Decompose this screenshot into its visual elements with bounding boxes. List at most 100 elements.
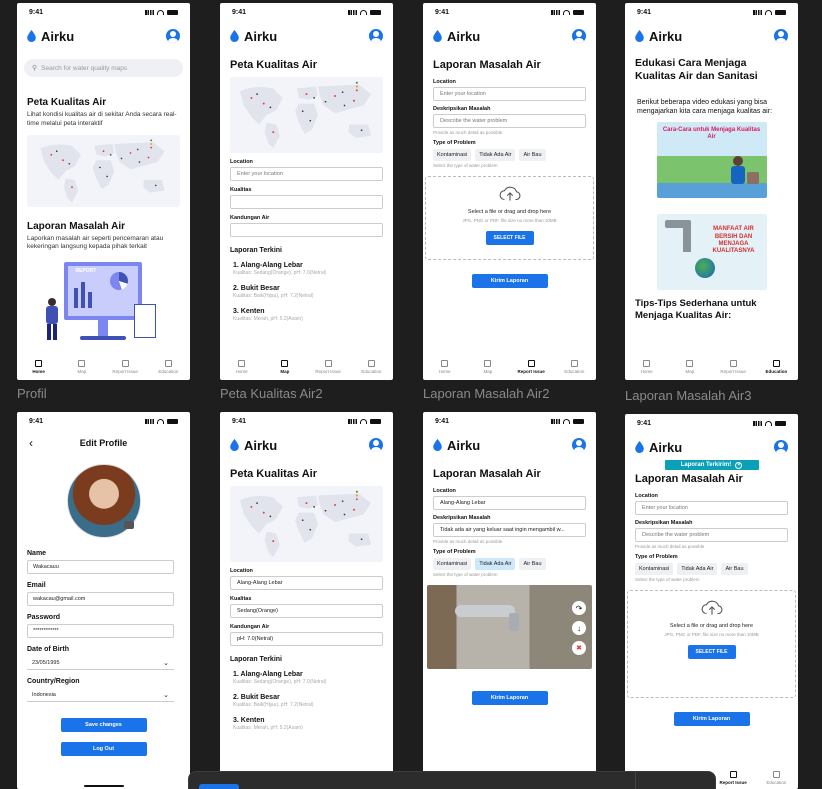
- tab-education[interactable]: Education: [559, 360, 589, 374]
- profile-avatar-icon[interactable]: [774, 29, 788, 43]
- brand-name: Airku: [447, 437, 481, 453]
- logout-button[interactable]: Log Out: [60, 742, 147, 756]
- location-input[interactable]: Enter your location: [230, 167, 383, 181]
- toolbar-divider: [635, 772, 636, 789]
- password-input[interactable]: ************: [27, 624, 174, 638]
- chip-smell[interactable]: Air Bau: [519, 149, 546, 161]
- submit-button[interactable]: Kirim Laporan: [471, 274, 548, 288]
- share-icon[interactable]: ↷: [572, 601, 586, 615]
- app-bar: Airku: [625, 21, 798, 49]
- tab-report[interactable]: Report Issue: [718, 360, 748, 374]
- country-select[interactable]: Indonesia ⌄: [27, 688, 174, 702]
- file-dropzone[interactable]: Select a file or drag and drop here JPG,…: [425, 176, 594, 260]
- map-view[interactable]: [230, 486, 383, 562]
- wifi-icon: [360, 9, 367, 15]
- profile-avatar-icon[interactable]: [572, 438, 586, 452]
- location-input[interactable]: Enter your location: [635, 501, 788, 515]
- tab-home[interactable]: Home: [430, 360, 460, 374]
- content-field[interactable]: pH: 7.0(Netral): [230, 632, 383, 646]
- recent-item[interactable]: 3. Kenten Kualitas: Merah, pH: 5.2(Asam): [230, 717, 383, 731]
- profile-photo[interactable]: [66, 464, 141, 538]
- chip-contamination[interactable]: Kontaminasi: [433, 558, 472, 570]
- chip-contamination[interactable]: Kontaminasi: [635, 563, 674, 575]
- chip-contamination[interactable]: Kontaminasi: [433, 149, 472, 161]
- recent-item[interactable]: 3. Kenten Kualitas: Merah, pH: 5.2(Asam): [230, 308, 383, 322]
- chip-no-water[interactable]: Tidak Ada Air: [475, 149, 516, 161]
- close-icon[interactable]: ×: [735, 461, 743, 469]
- status-icons: [145, 9, 178, 15]
- tab-report[interactable]: Report Issue: [110, 360, 140, 374]
- quality-field[interactable]: Sedang(Orange): [230, 604, 383, 618]
- recent-item[interactable]: 2. Bukit Besar Kualitas: Baik(Hijau), pH:…: [230, 285, 383, 299]
- tab-map[interactable]: Map: [270, 360, 300, 374]
- chip-smell[interactable]: Air Bau: [721, 563, 748, 575]
- tab-home[interactable]: Home: [227, 360, 257, 374]
- profile-avatar-icon[interactable]: [369, 29, 383, 43]
- profile-avatar-icon[interactable]: [774, 440, 788, 454]
- save-button[interactable]: Save changes: [60, 718, 147, 732]
- tab-report[interactable]: Report Issue: [516, 360, 546, 374]
- signal-icon: [551, 418, 560, 424]
- tab-report[interactable]: Report Issue: [313, 360, 343, 374]
- report-illustration[interactable]: REPORT: [44, 258, 164, 346]
- video-thumbnail-2[interactable]: MANFAAT AIR BERSIH DAN MENJAGA KUALITASN…: [656, 214, 767, 291]
- tab-home[interactable]: Home: [24, 360, 54, 374]
- brand-name: Airku: [447, 28, 481, 44]
- profile-avatar-icon[interactable]: [572, 29, 586, 43]
- recent-item[interactable]: 1. Alang-Alang Lebar Kualitas: Sedang(Ora…: [230, 671, 383, 685]
- video-thumbnail-1[interactable]: Cara-Cara untuk Menjaga Kualitas Air: [656, 122, 767, 199]
- recent-item[interactable]: 1. Alang-Alang Lebar Kualitas: Sedang(Ora…: [230, 262, 383, 276]
- submit-button[interactable]: Kirim Laporan: [471, 691, 548, 705]
- tab-report[interactable]: Report Issue: [718, 771, 748, 785]
- tab-map[interactable]: Map: [675, 360, 705, 374]
- camera-icon[interactable]: [123, 521, 134, 529]
- back-arrow-icon[interactable]: ‹: [29, 436, 33, 450]
- tab-education[interactable]: Education: [761, 360, 791, 374]
- tab-education[interactable]: Education: [356, 360, 386, 374]
- profile-avatar-icon[interactable]: [166, 29, 180, 43]
- quality-field[interactable]: [230, 195, 383, 209]
- content-field[interactable]: [230, 223, 383, 237]
- profile-avatar-icon[interactable]: [369, 438, 383, 452]
- email-input[interactable]: wakacau@gmail.com: [27, 592, 174, 606]
- desc-input[interactable]: Describe the water problem: [433, 114, 586, 128]
- recent-item[interactable]: 2. Bukit Besar Kualitas: Baik(Hijau), pH:…: [230, 694, 383, 708]
- desc-input[interactable]: Describe the water problem: [635, 528, 788, 542]
- delete-icon[interactable]: ✖: [572, 641, 586, 655]
- tab-label: Map: [280, 369, 290, 374]
- name-value: Wakacauu: [33, 564, 59, 570]
- location-input[interactable]: Alang-Alang Lebar: [230, 576, 383, 590]
- tab-map[interactable]: Map: [67, 360, 97, 374]
- select-file-button[interactable]: SELECT FILE: [687, 645, 736, 659]
- name-input[interactable]: Wakacauu: [27, 560, 174, 574]
- file-dropzone[interactable]: Select a file or drag and drop here JPG,…: [627, 590, 796, 698]
- tab-label: Report Issue: [315, 369, 341, 374]
- tab-label: Education: [361, 369, 382, 374]
- location-input[interactable]: Alang-Alang Lebar: [433, 496, 586, 510]
- battery-icon: [370, 418, 381, 424]
- water-drop-icon: [230, 439, 239, 451]
- tab-home[interactable]: Home: [632, 360, 662, 374]
- map-preview[interactable]: [27, 134, 180, 207]
- type-label: Type of Problem: [433, 549, 476, 555]
- desc-input[interactable]: Tidak ada air yang keluar saat ingin men…: [433, 523, 586, 537]
- submit-button[interactable]: Kirim Laporan: [673, 712, 750, 726]
- location-input[interactable]: Enter your location: [433, 87, 586, 101]
- battery-icon: [775, 420, 786, 426]
- map-view[interactable]: [230, 77, 383, 153]
- status-time: 9:41: [232, 8, 247, 16]
- dob-select[interactable]: 23/05/1995 ⌄: [27, 656, 174, 670]
- uploaded-photo[interactable]: ↷ ↓ ✖: [427, 585, 592, 669]
- chip-smell[interactable]: Air Bau: [519, 558, 546, 570]
- tab-education[interactable]: Education: [761, 771, 791, 785]
- tab-bar: Home Map Report Issue Education: [17, 360, 190, 374]
- chip-no-water[interactable]: Tidak Ada Air: [677, 563, 718, 575]
- select-file-button[interactable]: SELECT FILE: [485, 231, 534, 245]
- search-input[interactable]: ⚲ Search for water quality maps: [24, 59, 183, 77]
- download-icon[interactable]: ↓: [572, 621, 586, 635]
- trash-icon: [324, 360, 332, 367]
- tab-education[interactable]: Education: [153, 360, 183, 374]
- chip-no-water[interactable]: Tidak Ada Air: [475, 558, 516, 570]
- toolbar-primary-button[interactable]: [199, 784, 239, 789]
- tab-map[interactable]: Map: [473, 360, 503, 374]
